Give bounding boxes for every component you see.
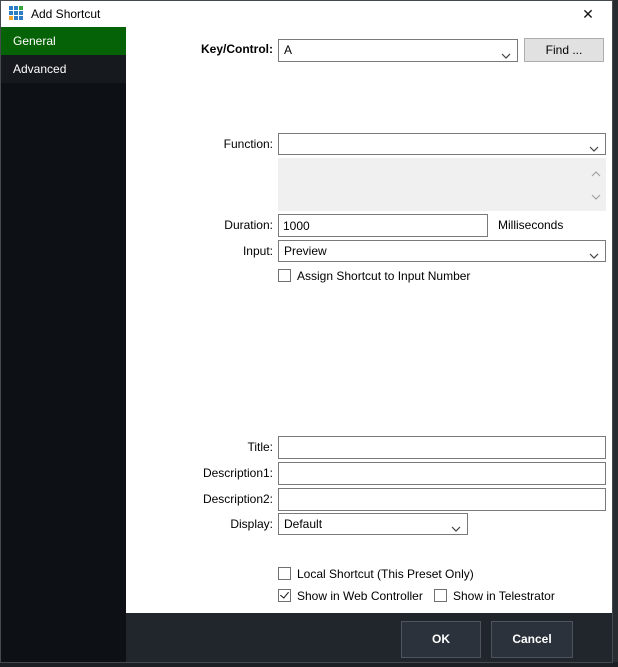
description1-input[interactable] — [278, 462, 606, 485]
display-label: Display: — [126, 517, 273, 531]
icon-cell — [9, 6, 13, 10]
scroll-up-icon[interactable] — [591, 164, 601, 182]
icon-cell — [14, 11, 18, 15]
window-title: Add Shortcut — [31, 1, 100, 27]
icon-cell — [9, 16, 13, 20]
scroll-down-icon[interactable] — [591, 187, 601, 205]
show-web-controller-checkbox-label: Show in Web Controller — [297, 589, 423, 603]
assign-shortcut-checkbox-label: Assign Shortcut to Input Number — [297, 269, 470, 283]
icon-cell — [14, 16, 18, 20]
duration-input[interactable] — [278, 214, 488, 237]
add-shortcut-dialog: Add Shortcut ✕ General Advanced Key/Cont… — [0, 0, 613, 663]
find-button[interactable]: Find ... — [524, 38, 604, 62]
icon-cell — [14, 6, 18, 10]
title-label: Title: — [126, 440, 273, 454]
local-shortcut-checkbox[interactable] — [278, 567, 291, 580]
title-input[interactable] — [278, 436, 606, 459]
sidebar-item-advanced[interactable]: Advanced — [1, 55, 126, 83]
display-dropdown[interactable]: Default — [278, 513, 468, 535]
function-options-list[interactable] — [278, 158, 606, 211]
display-value: Default — [284, 514, 322, 535]
description2-label: Description2: — [126, 492, 273, 506]
local-shortcut-checkbox-label: Local Shortcut (This Preset Only) — [297, 567, 474, 581]
key-control-label: Key/Control: — [126, 42, 273, 56]
chevron-down-icon — [589, 141, 599, 155]
icon-cell — [19, 16, 23, 20]
function-dropdown[interactable] — [278, 133, 606, 155]
cancel-button[interactable]: Cancel — [491, 621, 573, 658]
sidebar-item-general[interactable]: General — [1, 27, 126, 55]
vmix-app-icon — [9, 6, 25, 22]
key-control-value: A — [284, 40, 292, 61]
title-bar[interactable]: Add Shortcut ✕ — [1, 1, 612, 27]
close-icon[interactable]: ✕ — [571, 1, 605, 27]
chevron-down-icon — [589, 248, 599, 262]
description1-label: Description1: — [126, 466, 273, 480]
sidebar: General Advanced — [1, 27, 126, 662]
show-telestrator-checkbox-label: Show in Telestrator — [453, 589, 555, 603]
input-label: Input: — [126, 244, 273, 258]
chevron-down-icon — [451, 521, 461, 535]
key-control-dropdown[interactable]: A — [278, 39, 518, 62]
icon-cell — [9, 11, 13, 15]
input-value: Preview — [284, 241, 327, 262]
icon-cell — [19, 6, 23, 10]
milliseconds-label: Milliseconds — [498, 218, 563, 232]
description2-input[interactable] — [278, 488, 606, 511]
chevron-down-icon — [501, 48, 511, 62]
show-web-controller-checkbox[interactable] — [278, 589, 291, 602]
icon-cell — [19, 11, 23, 15]
input-dropdown[interactable]: Preview — [278, 240, 606, 262]
ok-button[interactable]: OK — [401, 621, 481, 658]
assign-shortcut-checkbox[interactable] — [278, 269, 291, 282]
function-label: Function: — [126, 137, 273, 151]
show-telestrator-checkbox[interactable] — [434, 589, 447, 602]
duration-label: Duration: — [126, 218, 273, 232]
